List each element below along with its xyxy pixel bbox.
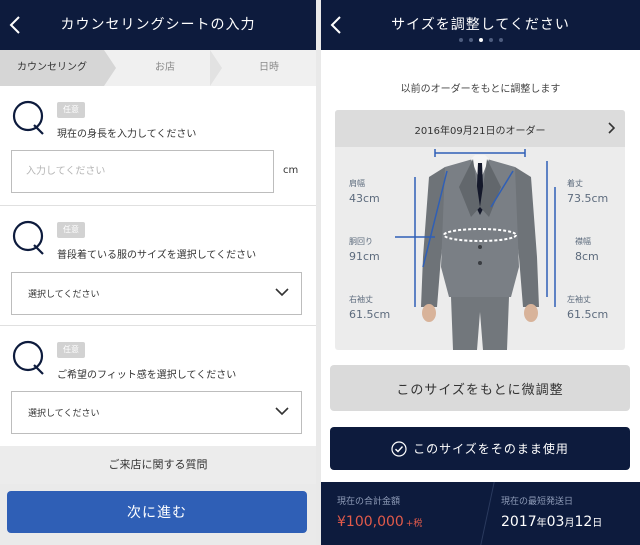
- question-fit: 任意 ご希望のフィット感を選択してください 選択してください: [0, 326, 316, 446]
- measurement-value: 61.5cm: [567, 308, 609, 321]
- optional-badge: 任意: [57, 342, 85, 358]
- navbar: カウンセリングシートの入力: [0, 0, 316, 50]
- ship-label: 現在の最短発送日: [501, 497, 574, 507]
- page-indicator: [321, 38, 640, 42]
- measurement-right-sleeve: 右袖丈 61.5cm: [349, 294, 390, 321]
- optional-badge: 任意: [57, 222, 85, 238]
- ship-day: 12: [574, 514, 593, 530]
- ship-year-unit: 年: [536, 518, 547, 529]
- total-value: ¥100,000: [337, 514, 404, 530]
- optional-badge: 任意: [57, 102, 85, 118]
- navbar: サイズを調整してください: [321, 0, 640, 50]
- q-icon: [12, 220, 44, 255]
- fit-select[interactable]: 選択してください: [11, 391, 302, 434]
- question-size: 任意 普段着ている服のサイズを選択してください 選択してください: [0, 206, 316, 326]
- measurement-value: 73.5cm: [567, 192, 609, 205]
- ship-month-unit: 月: [564, 518, 575, 529]
- order-date: 2016年09月21日のオーダー: [414, 126, 546, 137]
- question-text: 現在の身長を入力してください: [57, 129, 197, 140]
- step-store: お店: [116, 50, 214, 86]
- question-height: 任意 現在の身長を入力してください cm: [0, 86, 316, 206]
- ship-year: 2017: [501, 514, 537, 530]
- step-counseling: カウンセリング: [0, 50, 104, 86]
- ship-day-unit: 日: [592, 518, 603, 529]
- page-dot: [488, 38, 493, 42]
- select-value: 選択してください: [28, 409, 100, 419]
- question-text: ご希望のフィット感を選択してください: [57, 370, 237, 381]
- page-title: カウンセリングシートの入力: [60, 17, 256, 33]
- total-price: ¥100,000 +税: [337, 514, 422, 530]
- measurement-label: 襟幅: [575, 237, 591, 246]
- select-value: 選択してください: [28, 290, 100, 300]
- measurement-waist: 胴回り 91cm: [349, 236, 380, 263]
- measurement-label: 着丈: [567, 179, 583, 188]
- page-dot: [458, 38, 463, 42]
- height-input[interactable]: [11, 150, 274, 193]
- unit-label: cm: [283, 165, 299, 176]
- info-text: 以前のオーダーをもとに調整します: [400, 84, 561, 95]
- order-summary-footer: 現在の合計金額 ¥100,000 +税 現在の最短発送日 2017年03月12日: [321, 482, 640, 545]
- measurement-label: 右袖丈: [349, 295, 373, 304]
- chevron-down-icon: [275, 288, 289, 297]
- q-icon: [12, 340, 44, 375]
- chevron-right-icon: [608, 122, 615, 134]
- step-label: 日時: [259, 62, 279, 73]
- next-button[interactable]: 次に進む: [7, 491, 307, 533]
- total-label: 現在の合計金額: [337, 497, 401, 507]
- size-adjust-screen: サイズを調整してください 以前のオーダーをもとに調整します 2016年09月21…: [321, 0, 640, 545]
- measurement-value: 91cm: [349, 250, 380, 263]
- section-heading: ご来店に関する質問: [0, 446, 316, 484]
- progress-steps: カウンセリング お店 日時: [0, 50, 316, 86]
- measurement-left-sleeve: 左袖丈 61.5cm: [567, 294, 608, 321]
- measurement-label: 左袖丈: [567, 295, 591, 304]
- measurement-shoulder: 肩幅 43cm: [349, 178, 380, 205]
- ship-month: 03: [546, 514, 565, 530]
- page-title: サイズを調整してください: [391, 17, 570, 33]
- q-icon: [12, 100, 44, 135]
- size-select[interactable]: 選択してください: [11, 272, 302, 315]
- order-selector[interactable]: 2016年09月21日のオーダー: [335, 110, 625, 147]
- footer-divider: [480, 482, 495, 545]
- measurement-label: 胴回り: [349, 237, 373, 246]
- tax-label: +税: [405, 519, 423, 529]
- question-text: 普段着ている服のサイズを選択してください: [57, 250, 257, 261]
- use-size-label: このサイズをそのまま使用: [413, 442, 569, 456]
- step-separator: [210, 50, 222, 86]
- step-label: お店: [155, 62, 175, 73]
- chevron-down-icon: [275, 407, 289, 416]
- page-dot-active: [478, 38, 483, 42]
- measurement-length: 着丈 73.5cm: [567, 178, 608, 205]
- counseling-sheet-screen: カウンセリングシートの入力 カウンセリング お店 日時 任意 現在の身長を入力し…: [0, 0, 316, 545]
- step-datetime: 日時: [222, 50, 316, 86]
- measurement-value: 43cm: [349, 192, 380, 205]
- step-label: カウンセリング: [17, 62, 87, 73]
- check-circle-icon: [391, 440, 407, 457]
- measurement-value: 8cm: [575, 250, 599, 263]
- use-size-button[interactable]: このサイズをそのまま使用: [330, 427, 630, 470]
- measurement-card: 2016年09月21日のオーダー 肩幅 43cm 胴回り 91cm 右袖丈 61…: [335, 110, 625, 350]
- ship-date: 2017年03月12日: [501, 514, 602, 530]
- step-separator: [104, 50, 116, 86]
- measurement-label: 肩幅: [349, 179, 365, 188]
- page-dot: [498, 38, 503, 42]
- measurement-collar: 襟幅 8cm: [575, 236, 599, 263]
- fine-adjust-button[interactable]: このサイズをもとに微調整: [330, 365, 630, 411]
- suit-image: [395, 149, 556, 350]
- page-dot: [468, 38, 473, 42]
- measurement-value: 61.5cm: [349, 308, 391, 321]
- app-frame: カウンセリングシートの入力 カウンセリング お店 日時 任意 現在の身長を入力し…: [0, 0, 640, 545]
